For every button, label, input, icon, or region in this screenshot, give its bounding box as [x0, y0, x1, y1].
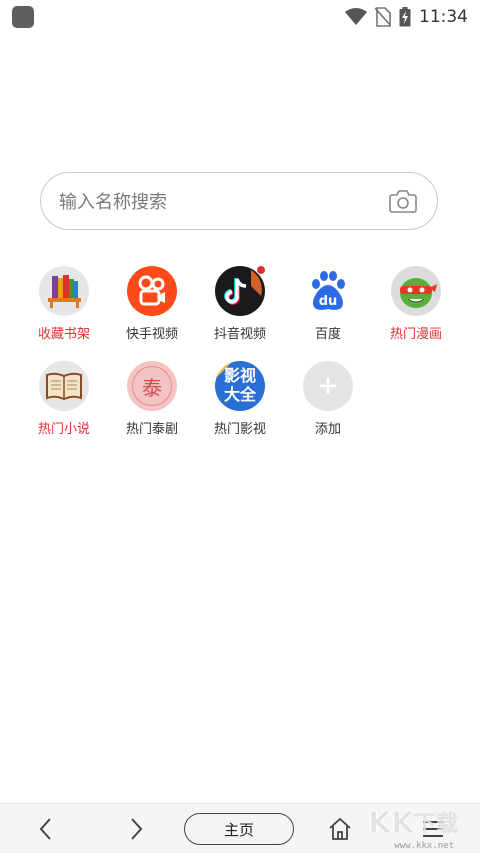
shortcut-label: 收藏书架: [37, 327, 90, 342]
shortcut-add[interactable]: 添加: [284, 361, 372, 456]
thai-drama-icon: 泰: [127, 361, 177, 411]
chevron-right-icon: [131, 818, 143, 840]
status-time: 11:34: [419, 7, 468, 27]
shortcut-label: 热门漫画: [389, 327, 442, 342]
shortcut-label: 百度: [314, 327, 341, 342]
kuaishou-icon: [127, 266, 177, 316]
video-collection-text: 影视大全: [223, 366, 256, 404]
camera-icon[interactable]: [389, 189, 417, 213]
svg-text:KK: KK: [368, 806, 416, 841]
baidu-du-text: du: [318, 294, 338, 309]
shortcut-label: 热门泰剧: [125, 422, 178, 437]
bookshelf-icon: [39, 266, 89, 316]
search-box[interactable]: [40, 172, 438, 231]
battery-charging-icon: [399, 7, 411, 27]
status-icons: 11:34: [345, 5, 468, 29]
video-collection-icon: 影视大全: [215, 361, 265, 411]
shortcut-kuaishou[interactable]: 快手视频: [108, 266, 196, 361]
wifi-icon: [345, 8, 367, 25]
shortcut-label: 抖音视频: [213, 327, 266, 342]
shortcut-grid: 收藏书架 快手视频 抖音视频 du 百度 热门漫画 热门小说 泰 热门泰剧 影视…: [20, 265, 460, 456]
baidu-paw-icon: du: [303, 266, 353, 316]
shortcut-bookshelf[interactable]: 收藏书架: [20, 266, 108, 361]
forward-button[interactable]: [124, 816, 150, 842]
shortcut-label: 快手视频: [125, 327, 178, 342]
search-input[interactable]: [57, 173, 381, 231]
shortcut-label: 添加: [314, 422, 341, 437]
back-button[interactable]: [32, 816, 58, 842]
notification-dot: [256, 265, 266, 275]
home-icon: [329, 817, 351, 840]
ninja-turtle-icon: [391, 266, 441, 316]
status-bar: 11:34: [0, 0, 480, 34]
shortcut-label: 热门影视: [213, 422, 266, 437]
chevron-left-icon: [39, 818, 51, 840]
shortcut-label: 热门小说: [37, 422, 90, 437]
shortcut-thai-drama[interactable]: 泰 热门泰剧: [108, 361, 196, 456]
shortcut-hot-comics[interactable]: 热门漫画: [372, 266, 460, 361]
home-button[interactable]: [327, 816, 353, 842]
svg-text:下载: 下载: [414, 811, 458, 837]
shortcut-baidu[interactable]: du 百度: [284, 266, 372, 361]
shortcut-douyin[interactable]: 抖音视频: [196, 265, 284, 361]
watermark-url: www.kkx.net: [394, 841, 454, 851]
open-book-icon: [39, 361, 89, 411]
homepage-button[interactable]: 主页: [184, 813, 294, 845]
shortcut-hot-videos[interactable]: 影视大全 热门影视: [196, 361, 284, 456]
shortcut-row: 热门小说 泰 热门泰剧 影视大全 热门影视 添加: [20, 361, 460, 456]
notification-app-icon: [12, 6, 34, 28]
douyin-icon: [215, 265, 266, 316]
add-icon: [303, 361, 353, 411]
no-sim-icon: [375, 7, 391, 27]
shortcut-row: 收藏书架 快手视频 抖音视频 du 百度 热门漫画: [20, 265, 460, 361]
thai-drama-glyph: 泰: [142, 375, 162, 400]
shortcut-hot-novels[interactable]: 热门小说: [20, 361, 108, 456]
